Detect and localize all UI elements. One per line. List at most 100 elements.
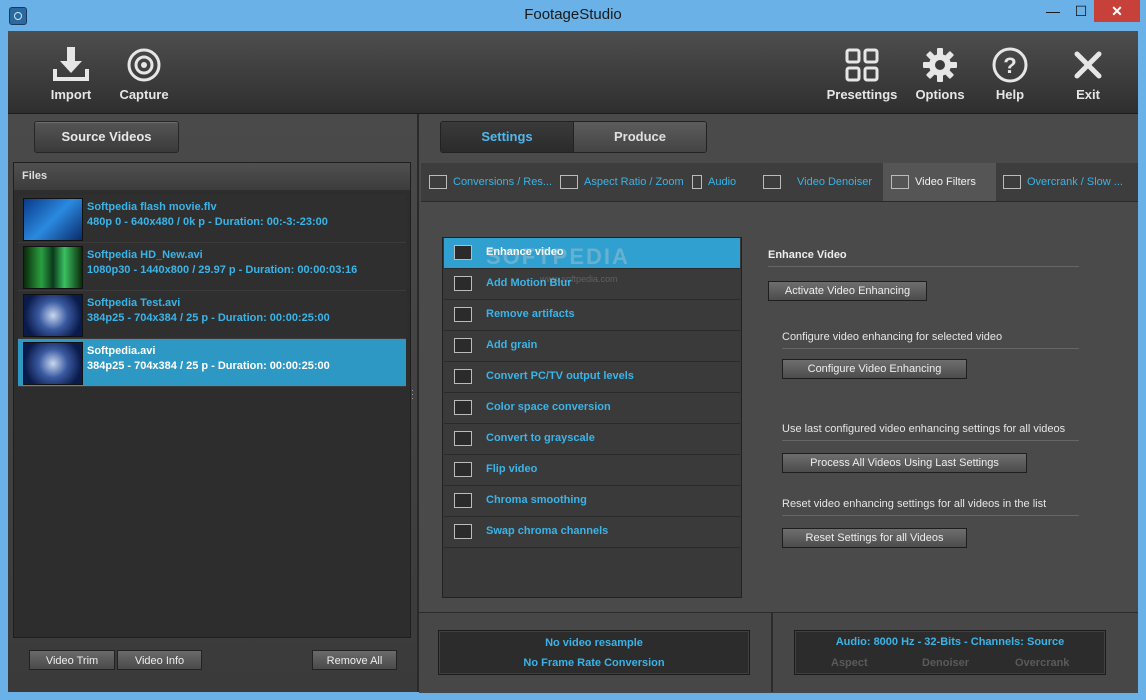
overcrank-status: Overcrank (1015, 657, 1070, 669)
filter-checkbox[interactable] (454, 400, 472, 415)
import-button[interactable]: Import (41, 31, 101, 113)
filter-item-output-levels[interactable]: Convert PC/TV output levels (444, 362, 740, 393)
exit-button[interactable]: Exit (1060, 31, 1116, 113)
subtab-video-denoiser[interactable]: Video Denoiser (755, 163, 883, 201)
filter-label: Flip video (486, 463, 538, 475)
remove-all-button[interactable]: Remove All (312, 650, 397, 670)
subtab-video-filters[interactable]: Video Filters (883, 163, 996, 201)
subtab-audio[interactable]: Audio (684, 163, 756, 201)
file-meta: 384p25 - 704x384 / 25 p - Duration: 00:0… (87, 360, 330, 372)
presettings-label: Presettings (826, 87, 898, 102)
filter-item-swap-chroma[interactable]: Swap chroma channels (444, 517, 740, 548)
exit-label: Exit (1076, 87, 1100, 102)
presettings-button[interactable]: Presettings (825, 31, 899, 113)
file-meta: 1080p30 - 1440x800 / 29.97 p - Duration:… (87, 264, 358, 276)
video-trim-button[interactable]: Video Trim (29, 650, 115, 670)
file-meta: 384p25 - 704x384 / 25 p - Duration: 00:0… (87, 312, 330, 324)
divider (768, 266, 1079, 267)
video-filters-icon (891, 175, 909, 190)
framerate-status: No Frame Rate Conversion (523, 657, 665, 669)
filter-checkbox[interactable] (454, 307, 472, 322)
help-label: Help (995, 87, 1025, 102)
maximize-button[interactable]: ☐ (1068, 0, 1094, 22)
import-label: Import (50, 87, 92, 102)
divider (782, 515, 1079, 516)
presettings-icon (842, 45, 882, 85)
tab-settings[interactable]: Settings (441, 122, 574, 152)
filter-item-chroma-smoothing[interactable]: Chroma smoothing (444, 486, 740, 517)
filter-checkbox[interactable] (454, 493, 472, 508)
resample-status: No video resample (545, 637, 643, 649)
filter-checkbox[interactable] (454, 369, 472, 384)
options-label: Options (915, 87, 965, 102)
filter-checkbox[interactable] (454, 245, 472, 260)
audio-status-box: Audio: 8000 Hz - 32-Bits - Channels: Sou… (794, 630, 1106, 675)
configure-video-enhancing-button[interactable]: Configure Video Enhancing (782, 359, 967, 379)
video-thumbnail (23, 294, 83, 337)
filter-checkbox[interactable] (454, 276, 472, 291)
help-button[interactable]: ? Help (980, 31, 1040, 113)
filter-checkbox[interactable] (454, 431, 472, 446)
reset-description: Reset video enhancing settings for all v… (782, 498, 1047, 510)
reset-settings-button[interactable]: Reset Settings for all Videos (782, 528, 967, 548)
subtab-conversions[interactable]: Conversions / Res... (421, 163, 556, 201)
options-button[interactable]: Options (909, 31, 971, 113)
svg-text:?: ? (1003, 53, 1016, 78)
subtab-label: Audio (708, 176, 737, 188)
window-frame-left (0, 31, 8, 700)
file-name: Softpedia Test.avi (87, 297, 181, 309)
subtab-label: Video Denoiser (797, 176, 873, 188)
divider (782, 440, 1079, 441)
video-thumbnail (23, 198, 83, 241)
filter-label: Remove artifacts (486, 308, 575, 320)
video-thumbnail (23, 246, 83, 289)
filter-item-color-space[interactable]: Color space conversion (444, 393, 740, 424)
divider (782, 348, 1079, 349)
subtab-label: Overcrank / Slow ... (1027, 176, 1123, 188)
tab-produce[interactable]: Produce (574, 122, 706, 152)
capture-button[interactable]: Capture (114, 31, 174, 113)
filter-checkbox[interactable] (454, 462, 472, 477)
audio-icon (692, 175, 702, 190)
title-bar: FootageStudio — ☐ ✕ (0, 0, 1146, 32)
minimize-button[interactable]: — (1040, 0, 1066, 22)
configure-description: Configure video enhancing for selected v… (782, 331, 1003, 343)
help-icon: ? (990, 45, 1030, 85)
filter-label: Convert PC/TV output levels (486, 370, 634, 382)
enhance-section-title: Enhance Video (768, 249, 847, 261)
process-all-videos-button[interactable]: Process All Videos Using Last Settings (782, 453, 1027, 473)
conversions-icon (429, 175, 447, 190)
filter-item-grayscale[interactable]: Convert to grayscale (444, 424, 740, 455)
main-toolbar: Import Capture Presettings Options ? Hel… (8, 31, 1138, 114)
filter-item-enhance-video[interactable]: Enhance video (444, 238, 740, 269)
filter-label: Add grain (486, 339, 538, 351)
subtab-label: Conversions / Res... (453, 176, 553, 188)
filter-label: Chroma smoothing (486, 494, 587, 506)
subtab-label: Video Filters (915, 176, 976, 188)
filter-label: Add Motion Blur (486, 277, 572, 289)
filter-item-remove-artifacts[interactable]: Remove artifacts (444, 300, 740, 331)
filter-list: Enhance video Add Motion Blur Remove art… (442, 237, 742, 598)
subtab-aspect-ratio[interactable]: Aspect Ratio / Zoom (552, 163, 688, 201)
filter-item-add-grain[interactable]: Add grain (444, 331, 740, 362)
denoiser-icon (763, 175, 781, 190)
files-header: Files (14, 163, 410, 190)
filter-item-motion-blur[interactable]: Add Motion Blur (444, 269, 740, 300)
subtab-label: Aspect Ratio / Zoom (584, 176, 684, 188)
video-info-button[interactable]: Video Info (117, 650, 202, 670)
filter-label: Swap chroma channels (486, 525, 609, 537)
close-button[interactable]: ✕ (1094, 0, 1140, 22)
capture-icon (124, 45, 164, 85)
file-row[interactable]: Softpedia HD_New.avi 1080p30 - 1440x800 … (18, 243, 406, 291)
file-row[interactable]: Softpedia Test.avi 384p25 - 704x384 / 25… (18, 291, 406, 339)
activate-video-enhancing-button[interactable]: Activate Video Enhancing (768, 281, 927, 301)
filter-item-flip-video[interactable]: Flip video (444, 455, 740, 486)
file-row-selected[interactable]: Softpedia.avi 384p25 - 704x384 / 25 p - … (18, 339, 406, 387)
file-row[interactable]: Softpedia flash movie.flv 480p 0 - 640x4… (18, 195, 406, 243)
filter-checkbox[interactable] (454, 338, 472, 353)
settings-subtabs: Conversions / Res... Aspect Ratio / Zoom… (421, 163, 1138, 202)
subtab-overcrank[interactable]: Overcrank / Slow ... (995, 163, 1138, 201)
filter-checkbox[interactable] (454, 524, 472, 539)
splitter-handle[interactable]: · · · (411, 386, 414, 403)
source-videos-button[interactable]: Source Videos (34, 121, 179, 153)
